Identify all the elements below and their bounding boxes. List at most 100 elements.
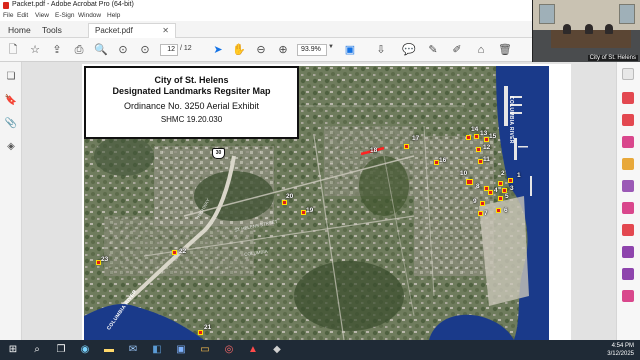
- marker-8: 8: [476, 183, 480, 190]
- page-thumbnails-icon[interactable]: ❏: [4, 70, 18, 84]
- zoom-out-icon[interactable]: ⊖: [254, 43, 268, 57]
- marker-19: 19: [306, 207, 314, 214]
- scroll-mode-icon[interactable]: ⇩: [374, 43, 388, 57]
- layers-icon[interactable]: ◈: [4, 140, 18, 154]
- create-pdf-icon[interactable]: 🗋: [6, 43, 20, 57]
- organize-pages-icon[interactable]: [622, 202, 634, 214]
- marker-22: 22: [179, 248, 187, 255]
- close-tab-icon[interactable]: ✕: [162, 26, 169, 35]
- create-pdf-tool-icon[interactable]: [622, 114, 634, 126]
- menu-bar: File Edit View E-Sign Window Help: [0, 11, 532, 21]
- delete-icon[interactable]: 🗑: [498, 43, 512, 57]
- chrome-icon[interactable]: ◎: [222, 343, 236, 357]
- marker-4: 4: [494, 187, 498, 194]
- edit-pdf-icon[interactable]: [622, 136, 634, 148]
- menu-esign[interactable]: E-Sign: [55, 12, 75, 19]
- bookmark-star-icon[interactable]: ☆: [28, 43, 42, 57]
- redact-icon[interactable]: [622, 224, 634, 236]
- marker-13: 13: [480, 130, 488, 137]
- tab-document-label: Packet.pdf: [95, 26, 133, 35]
- webcam-person: [605, 24, 613, 34]
- fill-sign-icon[interactable]: [622, 268, 634, 280]
- hand-tool-icon[interactable]: ✋: [232, 43, 246, 57]
- highlight-pen-icon[interactable]: ✎: [426, 43, 440, 57]
- menu-edit[interactable]: Edit: [17, 12, 28, 19]
- draw-icon[interactable]: ✐: [450, 43, 464, 57]
- zoom-in-icon[interactable]: ⊕: [276, 43, 290, 57]
- protect-icon[interactable]: [622, 246, 634, 258]
- previous-page-icon[interactable]: ⊙: [116, 43, 130, 57]
- menu-help[interactable]: Help: [107, 12, 120, 19]
- marker-5-dot: [498, 196, 503, 201]
- stamp-icon[interactable]: ⌂: [474, 43, 488, 57]
- tab-bar: Home Tools Packet.pdf ✕: [0, 21, 532, 38]
- combine-files-icon[interactable]: [622, 180, 634, 192]
- map-title-box: City of St. Helens Designated Landmarks …: [84, 66, 299, 139]
- zoom-input[interactable]: 93.9%: [297, 44, 327, 56]
- marker-7: 7: [484, 210, 488, 217]
- mail-icon[interactable]: ✉: [126, 343, 140, 357]
- map-title-line1: City of St. Helens: [154, 75, 229, 85]
- select-cursor-icon[interactable]: ➤: [211, 43, 225, 57]
- marker-20-dot: [282, 200, 287, 205]
- tab-document[interactable]: Packet.pdf ✕: [88, 23, 176, 38]
- app-icon[interactable]: ◆: [270, 343, 284, 357]
- comment-icon[interactable]: 💬: [402, 43, 416, 57]
- acrobat-taskbar-icon[interactable]: ▲: [246, 343, 260, 357]
- menu-window[interactable]: Window: [78, 12, 101, 19]
- document-viewport[interactable]: City of St. Helens Designated Landmarks …: [22, 62, 616, 340]
- next-page-icon[interactable]: ⊙: [138, 43, 152, 57]
- marker-11: 11: [483, 156, 490, 163]
- menu-view[interactable]: View: [35, 12, 49, 19]
- menu-file[interactable]: File: [3, 12, 13, 19]
- marker-9: 9: [473, 198, 477, 205]
- marker-16: 16: [439, 157, 447, 164]
- marker-9-dot: [480, 201, 485, 206]
- marker-21-dot: [198, 330, 203, 335]
- windows-start-icon[interactable]: ⊞: [6, 343, 20, 357]
- marker-14-dot: [466, 135, 471, 140]
- webcam-person: [563, 24, 571, 34]
- bookmarks-icon[interactable]: 🔖: [4, 94, 18, 108]
- expand-panel-icon[interactable]: [622, 68, 634, 80]
- marker-15: 15: [489, 133, 497, 140]
- marker-13-dot: [474, 134, 479, 139]
- file-explorer-icon[interactable]: ▬: [102, 343, 116, 357]
- map-subtitle: Ordinance No. 3250 Aerial Exhibit: [123, 101, 260, 111]
- taskbar: ⊞ ⌕ ❐ ◉ ▬ ✉ ◧ ▣ ▭ ◎ ▲ ◆ 4:54 PM 3/12/202…: [0, 340, 640, 360]
- clock-time: 4:54 PM: [611, 343, 634, 349]
- marker-2: 2: [501, 170, 505, 177]
- tab-home[interactable]: Home: [8, 25, 31, 35]
- marker-23: 23: [101, 256, 109, 263]
- pdf-page: City of St. Helens Designated Landmarks …: [82, 64, 571, 340]
- marker-21: 21: [204, 324, 212, 331]
- folder-icon[interactable]: ▭: [198, 343, 212, 357]
- edge-icon[interactable]: ◉: [78, 343, 92, 357]
- more-tools-icon[interactable]: [622, 290, 634, 302]
- webcam-person: [585, 24, 593, 34]
- map-code: SHMC 19.20.030: [160, 115, 223, 124]
- task-view-icon[interactable]: ❐: [54, 343, 68, 357]
- fit-page-icon[interactable]: ▣: [343, 43, 357, 57]
- outlook-icon[interactable]: ◧: [150, 343, 164, 357]
- marker-18: 18: [370, 147, 378, 154]
- zoom-app-icon[interactable]: ▣: [174, 343, 188, 357]
- search-icon[interactable]: 🔍: [94, 43, 108, 57]
- upload-icon[interactable]: ⇪: [50, 43, 64, 57]
- aerial-map: City of St. Helens Designated Landmarks …: [84, 66, 549, 340]
- chevron-down-icon[interactable]: ▼: [328, 44, 334, 50]
- comment-tool-icon[interactable]: [622, 158, 634, 170]
- tab-tools[interactable]: Tools: [42, 25, 62, 35]
- marker-6: 6: [504, 207, 508, 214]
- marker-6-dot: [496, 208, 501, 213]
- system-clock[interactable]: 4:54 PM 3/12/2025: [607, 342, 634, 358]
- window-title: Packet.pdf - Adobe Acrobat Pro (64-bit): [12, 1, 134, 8]
- attachments-icon[interactable]: 📎: [4, 117, 18, 131]
- export-pdf-icon[interactable]: [622, 92, 634, 104]
- marker-7-dot: [478, 211, 483, 216]
- search-icon[interactable]: ⌕: [30, 343, 44, 357]
- page-number-input[interactable]: 12: [160, 44, 178, 56]
- print-icon[interactable]: ⎙: [72, 43, 86, 57]
- clock-date: 3/12/2025: [607, 351, 634, 357]
- title-bar: Packet.pdf - Adobe Acrobat Pro (64-bit): [0, 0, 532, 11]
